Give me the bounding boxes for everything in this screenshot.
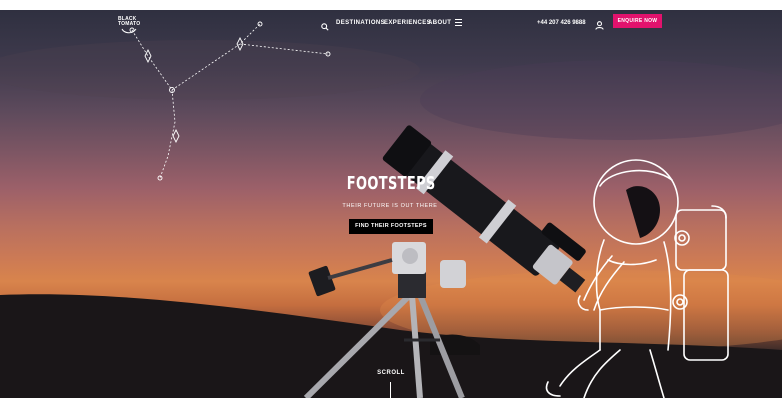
scroll-indicator-label[interactable]: SCROLL <box>371 370 411 376</box>
page: BLACK TOMATO DESTINATIONS EXPERIENCES AB… <box>0 0 782 410</box>
nav-link-destinations[interactable]: DESTINATIONS <box>336 17 385 29</box>
bottom-border <box>0 398 782 410</box>
logo[interactable]: BLACK TOMATO <box>118 15 140 35</box>
enquire-now-button[interactable]: ENQUIRE NOW <box>613 14 662 28</box>
hero-title: FOOTSTEPS <box>346 173 436 194</box>
logo-text: BLACK TOMATO <box>118 16 141 27</box>
hero-section: BLACK TOMATO DESTINATIONS EXPERIENCES AB… <box>0 10 782 398</box>
nav-link-about[interactable]: ABOUT <box>428 17 451 29</box>
hamburger-menu-icon[interactable] <box>455 19 462 26</box>
phone-number[interactable]: +44 207 426 9888 <box>537 17 586 29</box>
nav-link-experiences[interactable]: EXPERIENCES <box>384 17 431 29</box>
find-their-footsteps-button[interactable]: FIND THEIR FOOTSTEPS <box>349 219 433 234</box>
user-icon[interactable] <box>595 17 604 30</box>
search-icon[interactable] <box>321 18 331 36</box>
hero-subtitle: THEIR FUTURE IS OUT THERE <box>342 203 438 209</box>
top-border <box>0 0 782 10</box>
scroll-indicator-line <box>390 382 391 398</box>
